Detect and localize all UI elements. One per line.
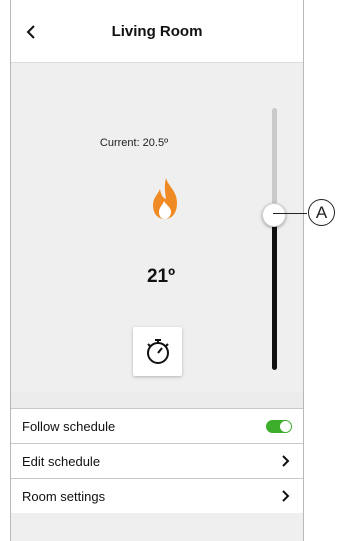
current-temperature: Current: 20.5º bbox=[99, 137, 169, 149]
chevron-right-icon bbox=[280, 454, 292, 468]
edit-schedule-label: Edit schedule bbox=[22, 453, 101, 469]
follow-schedule-toggle[interactable] bbox=[266, 419, 292, 433]
chevron-right-icon bbox=[280, 489, 292, 503]
temperature-slider-track[interactable] bbox=[272, 108, 277, 370]
flame-icon bbox=[153, 178, 177, 219]
phone-screen: Living Room Current: 20.5º 21º Follow sc… bbox=[10, 0, 304, 541]
settings-list: Follow schedule Edit schedule Room setti… bbox=[11, 408, 303, 513]
temperature-slider-fill bbox=[272, 207, 277, 370]
page-title: Living Room bbox=[111, 23, 203, 40]
follow-schedule-row[interactable]: Follow schedule bbox=[11, 408, 303, 443]
edit-schedule-row[interactable]: Edit schedule bbox=[11, 443, 303, 478]
toggle-knob bbox=[280, 420, 291, 432]
app-header: Living Room bbox=[11, 0, 303, 63]
room-settings-label: Room settings bbox=[22, 488, 106, 504]
callout-line bbox=[273, 213, 307, 214]
callout-badge: A bbox=[308, 199, 335, 226]
room-settings-row[interactable]: Room settings bbox=[11, 478, 303, 513]
follow-schedule-label: Follow schedule bbox=[22, 418, 116, 434]
temperature-slider-thumb[interactable] bbox=[262, 203, 286, 227]
setpoint-temperature: 21º bbox=[146, 266, 176, 287]
stopwatch-icon bbox=[146, 338, 169, 364]
timer-button[interactable] bbox=[133, 327, 182, 376]
section-divider bbox=[11, 392, 303, 408]
